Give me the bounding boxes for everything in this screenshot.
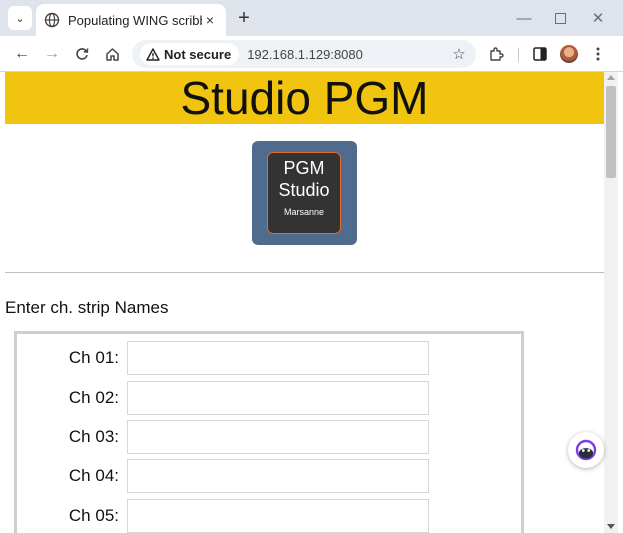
logo-line-1: PGM	[283, 158, 325, 178]
scroll-up-arrow[interactable]	[607, 75, 615, 80]
forward-arrow-icon[interactable]: →	[40, 42, 64, 66]
channel-row: Ch 01:	[17, 341, 522, 375]
star-icon[interactable]: ☆	[448, 43, 470, 65]
logo-line-3: Marsanne	[283, 207, 325, 217]
browser-tab[interactable]: Populating WING scribble ×	[36, 4, 226, 36]
logo-line-2: Studio	[278, 180, 330, 200]
logo-inner-panel: PGM Studio Marsanne	[267, 152, 341, 234]
channel-label: Ch 01:	[68, 348, 119, 367]
channel-label: Ch 02:	[68, 388, 119, 407]
url-text[interactable]: 192.168.1.129:8080	[247, 47, 363, 62]
channel-row: Ch 03:	[17, 420, 522, 454]
channel-names-form: Ch 01: Ch 02: Ch 03: Ch 04: Ch 05:	[14, 331, 524, 533]
avatar[interactable]	[560, 45, 578, 63]
channel-name-input[interactable]	[127, 459, 429, 493]
back-arrow-icon[interactable]: ←	[10, 42, 34, 66]
plus-icon[interactable]: +	[232, 6, 256, 30]
maximize-icon[interactable]	[548, 6, 572, 30]
channel-name-input[interactable]	[127, 499, 429, 533]
tab-title: Populating WING scribble	[68, 12, 202, 28]
globe-icon	[44, 12, 60, 28]
close-icon[interactable]: ×	[202, 12, 218, 28]
tab-strip: ⌄ Populating WING scribble × + — ✕	[0, 0, 623, 36]
scroll-thumb[interactable]	[606, 86, 616, 178]
channel-row: Ch 04:	[17, 459, 522, 493]
tab-search-icon[interactable]: ⌄	[8, 6, 32, 30]
window-close-icon[interactable]: ✕	[586, 6, 610, 30]
security-chip[interactable]: Not secure	[140, 43, 240, 65]
section-heading: Enter ch. strip Names	[5, 298, 169, 317]
assistant-icon[interactable]	[568, 432, 604, 468]
scroll-down-arrow[interactable]	[607, 524, 615, 529]
channel-name-input[interactable]	[127, 420, 429, 454]
home-icon[interactable]	[100, 42, 124, 66]
reload-icon[interactable]	[70, 42, 94, 66]
toolbar-separator	[518, 48, 519, 62]
page-scrollbar[interactable]	[604, 72, 618, 533]
channel-label: Ch 05:	[68, 506, 119, 525]
channel-name-input[interactable]	[127, 381, 429, 415]
channel-name-input[interactable]	[127, 341, 429, 375]
minimize-icon[interactable]: —	[512, 6, 536, 30]
section-divider	[5, 272, 604, 273]
security-label: Not secure	[164, 46, 232, 62]
channel-label: Ch 03:	[68, 427, 119, 446]
warning-icon	[146, 47, 160, 61]
page-title: Studio PGM	[5, 72, 604, 124]
studio-logo: PGM Studio Marsanne	[252, 141, 357, 245]
address-bar[interactable]: Not secure 192.168.1.129:8080 ☆	[132, 40, 476, 68]
browser-toolbar: ← → Not secure 192.168.1.129:8080 ☆	[0, 36, 623, 72]
channel-label: Ch 04:	[68, 466, 119, 485]
extensions-icon[interactable]	[484, 42, 508, 66]
channel-row: Ch 02:	[17, 381, 522, 415]
channel-row: Ch 05:	[17, 499, 522, 533]
side-panel-icon[interactable]	[528, 42, 552, 66]
page-viewport: Studio PGM PGM Studio Marsanne Enter ch.…	[5, 72, 604, 533]
menu-kebab-icon[interactable]	[586, 42, 610, 66]
